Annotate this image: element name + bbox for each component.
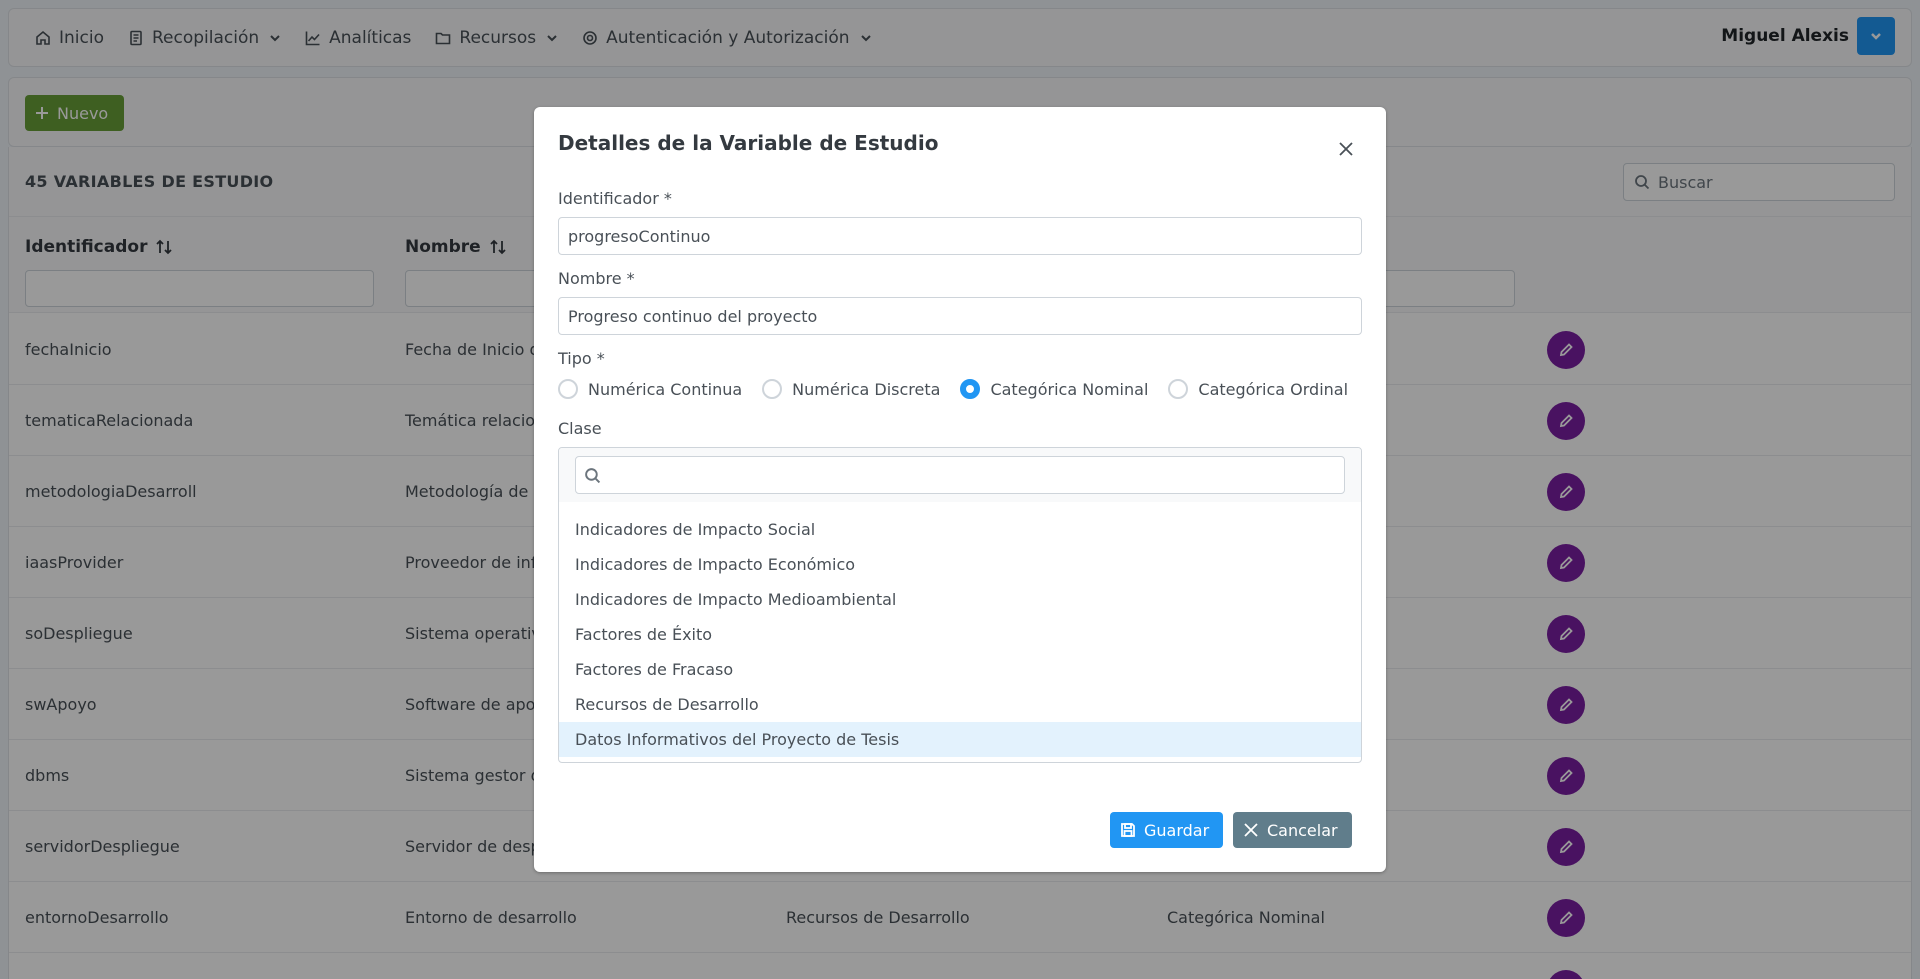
save-button-label: Guardar — [1144, 820, 1210, 840]
save-icon — [1121, 823, 1135, 837]
listbox-options: Indicadores de Impacto Social Indicadores… — [559, 502, 1361, 757]
radio-circle — [558, 379, 578, 399]
radio-label: Numérica Discreta — [792, 379, 941, 399]
radio-numerica-discreta[interactable]: Numérica Discreta — [762, 379, 940, 399]
cancel-button-label: Cancelar — [1267, 820, 1338, 840]
identificador-field[interactable] — [558, 217, 1362, 255]
clase-filter-input[interactable] — [575, 456, 1345, 494]
clase-listbox: Indicadores de Impacto Social Indicadores… — [558, 447, 1362, 763]
radio-label: Numérica Continua — [588, 379, 743, 399]
close-icon — [1339, 142, 1353, 156]
tipo-radio-group: Numérica Continua Numérica Discreta Cate… — [558, 379, 1368, 399]
radio-numerica-continua[interactable]: Numérica Continua — [558, 379, 742, 399]
identificador-label: Identificador * — [558, 189, 672, 208]
listbox-option[interactable]: Factores de Éxito — [559, 617, 1361, 652]
clase-label: Clase — [558, 419, 602, 438]
close-button[interactable] — [1330, 133, 1362, 165]
radio-categorica-nominal[interactable]: Categórica Nominal — [960, 379, 1148, 399]
radio-circle — [1168, 379, 1189, 399]
listbox-option[interactable]: Recursos de Desarrollo — [559, 687, 1361, 722]
cancel-button[interactable]: Cancelar — [1233, 812, 1352, 848]
variable-details-dialog: Detalles de la Variable de Estudio Ident… — [534, 107, 1386, 872]
listbox-option[interactable]: Factores de Fracaso — [559, 652, 1361, 687]
radio-label: Categórica Ordinal — [1198, 379, 1349, 399]
listbox-option[interactable]: Indicadores de Impacto Medioambiental — [559, 582, 1361, 617]
radio-categorica-ordinal[interactable]: Categórica Ordinal — [1168, 379, 1348, 399]
radio-circle — [762, 379, 783, 399]
listbox-option[interactable]: Indicadores de Impacto Económico — [559, 547, 1361, 582]
nombre-field[interactable] — [558, 297, 1362, 335]
dialog-title: Detalles de la Variable de Estudio — [558, 131, 939, 155]
listbox-option[interactable]: Indicadores de Impacto Social — [559, 512, 1361, 547]
tipo-label: Tipo * — [558, 349, 605, 368]
search-icon — [585, 467, 601, 483]
radio-circle-selected — [960, 379, 981, 399]
nombre-label: Nombre * — [558, 269, 635, 288]
listbox-option[interactable]: Datos Informativos del Proyecto de Tesis — [559, 722, 1361, 757]
radio-label: Categórica Nominal — [990, 379, 1149, 399]
listbox-filter-bar — [559, 448, 1361, 502]
save-button[interactable]: Guardar — [1110, 812, 1224, 848]
close-icon — [1244, 823, 1258, 837]
